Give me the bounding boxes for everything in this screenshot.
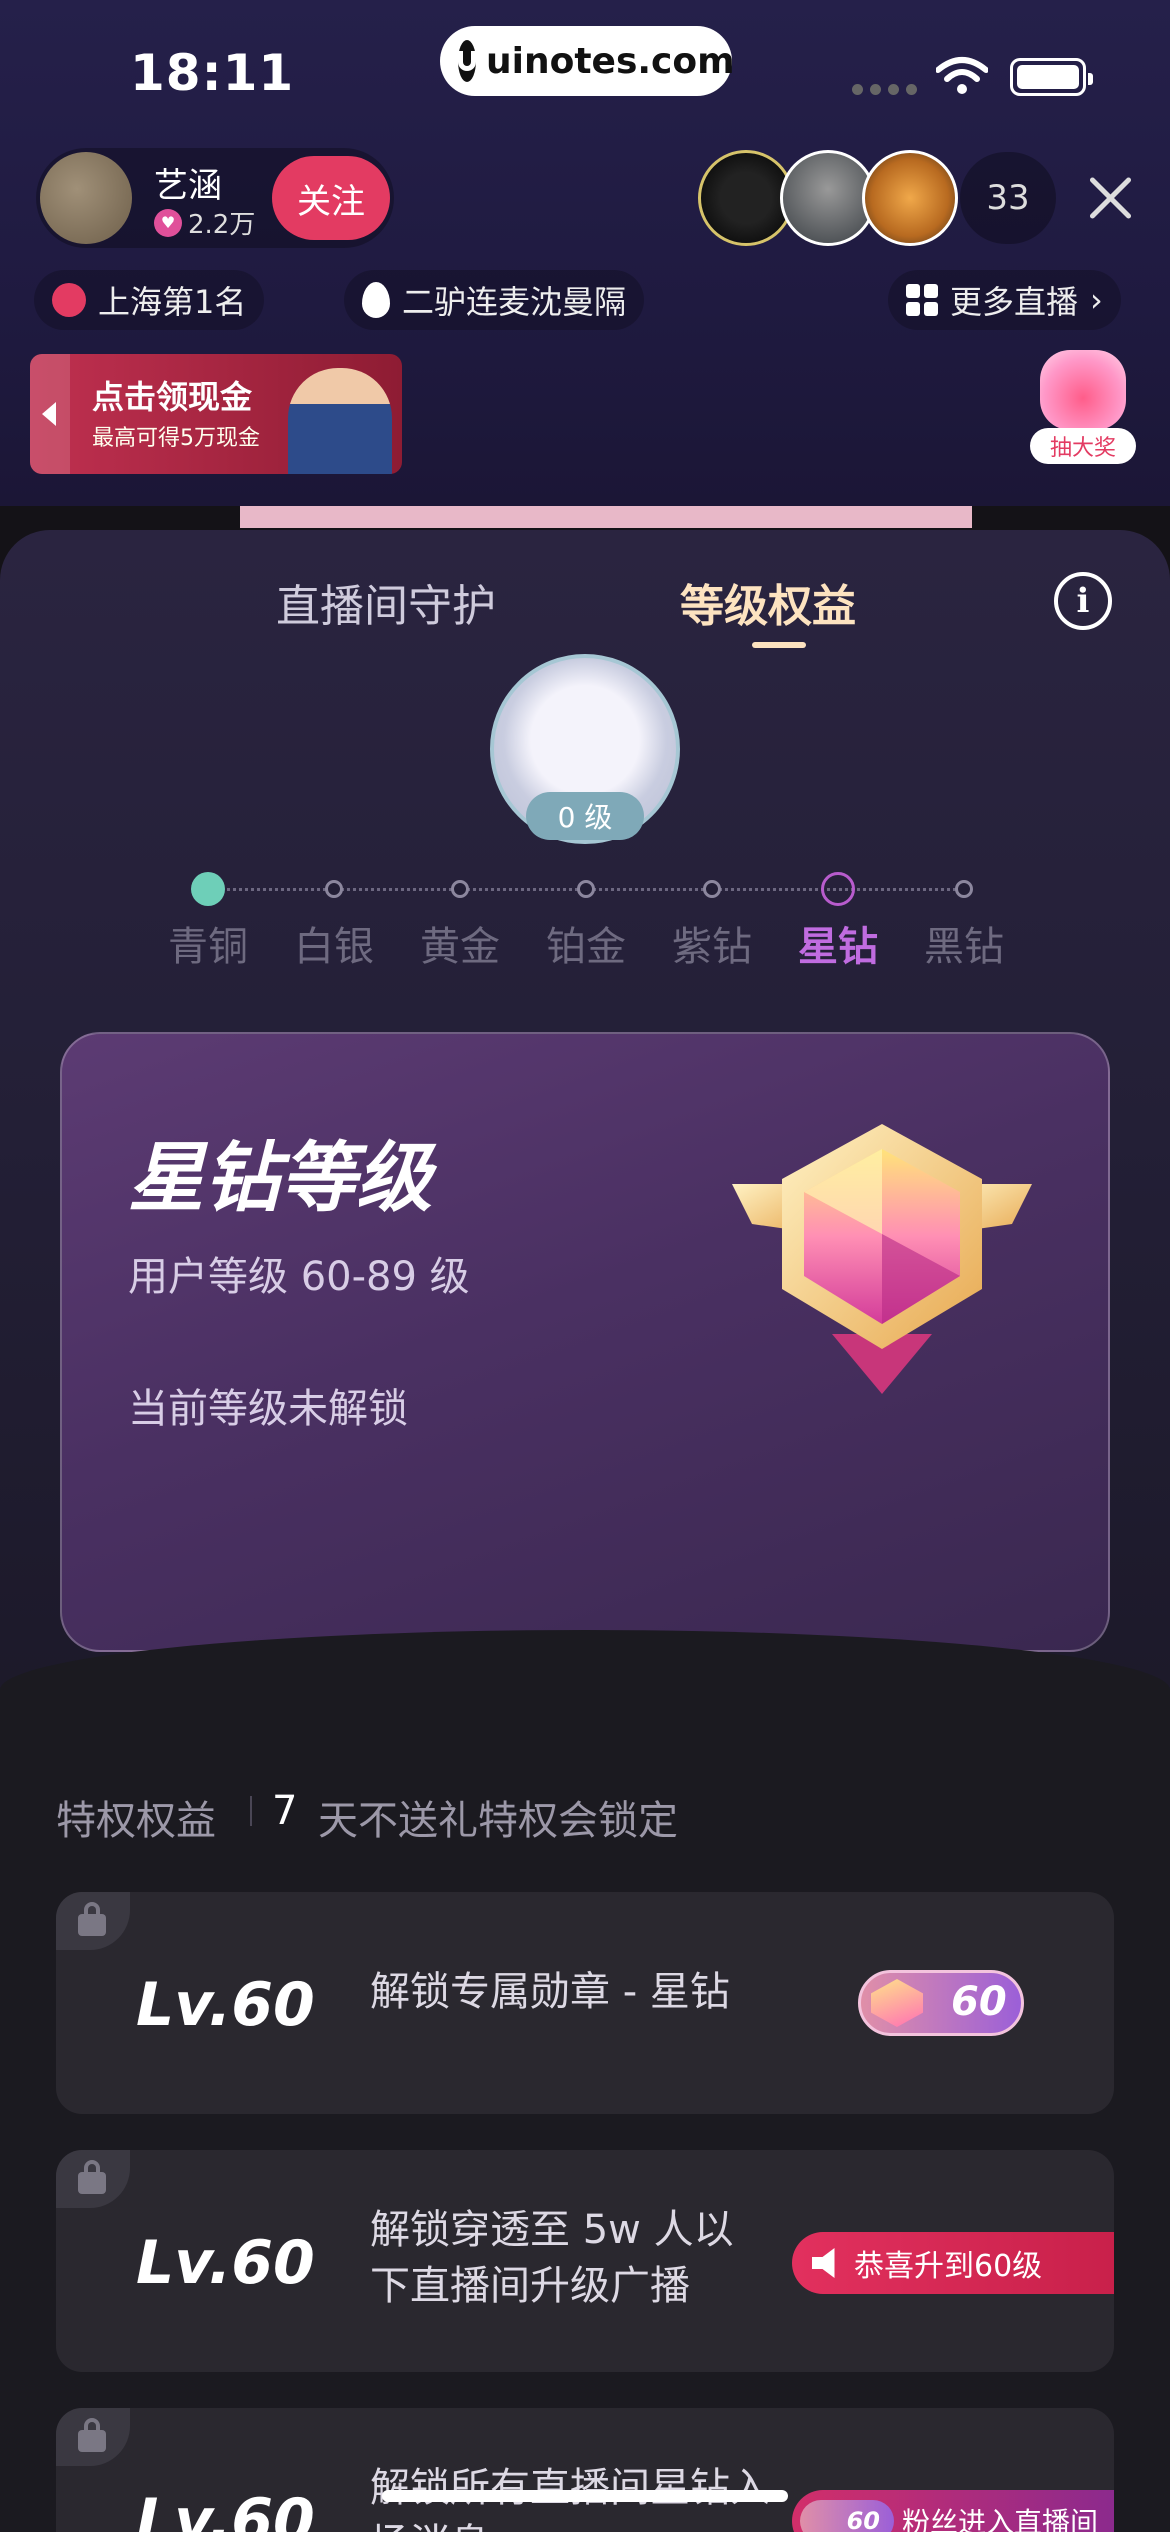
clock-icon [52,283,86,317]
watermark-logo-icon [458,40,476,82]
host-fans: ♥ 2.2万 [154,204,255,241]
collapse-arrow-icon[interactable] [30,354,70,474]
badge-number: 60 [951,1979,1007,2025]
heart-icon: ♥ [154,208,182,237]
speaker-icon [812,2248,835,2278]
broadcast-preview: 恭喜升到60级 [792,2232,1114,2294]
tier-dot[interactable] [577,880,595,898]
privilege-level: Lv.60 [136,2486,315,2532]
privilege-level: Lv.60 [136,2228,315,2298]
entry-message-text: 粉丝进入直播间 [902,2506,1099,2532]
cash-banner[interactable]: 点击领现金 最高可得5万现金 [30,354,402,474]
flame-icon [362,282,390,318]
tier-label[interactable]: 紫钻 [652,914,772,972]
tier-dot[interactable] [955,880,973,898]
wifi-icon [936,57,988,94]
pk-chip-label: 二驴连麦沈曼隔 [402,283,627,321]
grid-icon [906,284,938,316]
privileges-days: 7 [272,1788,298,1834]
broadcast-text: 恭喜升到60级 [854,2249,1043,2284]
tier-label[interactable]: 青铜 [148,914,268,972]
viewer-avatar[interactable] [862,150,958,246]
lock-icon [56,2408,130,2466]
star-diamond-medal-icon [732,1124,1032,1394]
privileges-label: 特权权益 [56,1798,216,1844]
chevron-right-icon: › [1090,281,1103,319]
live-room-level-page: 18:11 uinotes.com 艺涵 ♥ 2.2万 关注 33 上海第1名 … [0,0,1170,2532]
level-sheet: 直播间守护 等级权益 i 0 级 青铜 白银 黄金 铂金 紫钻 星钻 黑钻 星钻等级 用户等… [0,530,1170,2532]
more-live-chip[interactable]: 更多直播 › [888,270,1121,330]
privilege-row[interactable]: Lv.60 解锁穿透至 5w 人以下直播间升级广播 恭喜升到60级 [56,2150,1114,2372]
tier-label[interactable]: 黑钻 [904,914,1024,972]
privilege-text: 解锁专属勋章 - 星钻 [370,1969,730,2015]
more-live-label: 更多直播 [950,283,1079,321]
host-name: 艺涵 [154,166,222,206]
entry-message-preview: 60 粉丝进入直播间 [792,2490,1114,2532]
close-icon[interactable] [1080,168,1140,228]
tab-guard[interactable]: 直播间守护 [276,570,496,634]
privilege-row[interactable]: Lv.60 解锁专属勋章 - 星钻 60 [56,1892,1114,2114]
mini-level-badge: 60 [800,2500,894,2532]
video-edge [240,506,972,528]
lock-icon [56,1892,130,1950]
follow-button[interactable]: 关注 [272,156,390,240]
banner-person-image [288,368,392,474]
privileges-note: 天不送礼特权会锁定 [318,1798,678,1844]
user-level-badge: 0 级 [526,792,644,840]
pk-chip[interactable]: 二驴连麦沈曼隔 [344,270,645,330]
tier-card-title: 星钻等级 [128,1133,432,1222]
tab-level[interactable]: 等级权益 [680,570,856,634]
banner-title: 点击领现金 [92,378,253,416]
watermark-text: uinotes.com [486,40,735,82]
privilege-row[interactable]: Lv.60 解锁所有直播间星钻入场消息 60 粉丝进入直播间 [56,2408,1114,2532]
tab-indicator [752,642,806,648]
tier-card-status: 当前等级未解锁 [128,1386,408,1432]
divider [250,1796,252,1826]
rank-chip[interactable]: 上海第1名 [34,270,265,330]
status-bar: 18:11 uinotes.com [0,0,1170,140]
tier-card-range: 用户等级 60-89 级 [128,1254,470,1300]
status-time: 18:11 [130,44,295,102]
battery-icon [1010,58,1093,96]
host-fans-count: 2.2万 [188,210,256,240]
privilege-level: Lv.60 [136,1970,315,2040]
tier-dot[interactable] [703,880,721,898]
rank-chip-label: 上海第1名 [98,283,247,321]
watermark-badge: uinotes.com [440,26,735,96]
privilege-text: 解锁穿透至 5w 人以下直播间升级广播 [370,2207,734,2309]
tier-label[interactable]: 白银 [274,914,394,972]
host-avatar[interactable] [40,152,132,244]
lottery-label: 抽大奖 [1030,428,1136,464]
tier-dot[interactable] [821,872,855,906]
tier-label[interactable]: 黄金 [400,914,520,972]
lock-icon [56,2150,130,2208]
star-diamond-badge: 60 [858,1970,1024,2036]
gem-icon [871,1979,923,2027]
tier-dot[interactable] [191,872,225,906]
tier-dot[interactable] [451,880,469,898]
lottery-button[interactable]: 抽大奖 [1030,350,1136,470]
signal-icon [852,84,917,95]
tier-dot[interactable] [325,880,343,898]
tier-label[interactable]: 星钻 [778,914,898,972]
banner-subtitle: 最高可得5万现金 [92,426,260,451]
info-icon[interactable]: i [1054,572,1112,630]
gift-box-icon [1040,350,1126,430]
host-info[interactable]: 艺涵 ♥ 2.2万 关注 [36,148,394,248]
home-indicator[interactable] [382,2490,788,2502]
live-room-header: 18:11 uinotes.com 艺涵 ♥ 2.2万 关注 33 上海第1名 … [0,0,1170,506]
viewer-count[interactable]: 33 [960,152,1056,244]
tier-label[interactable]: 铂金 [526,914,646,972]
tier-card: 星钻等级 用户等级 60-89 级 当前等级未解锁 [60,1032,1110,1652]
